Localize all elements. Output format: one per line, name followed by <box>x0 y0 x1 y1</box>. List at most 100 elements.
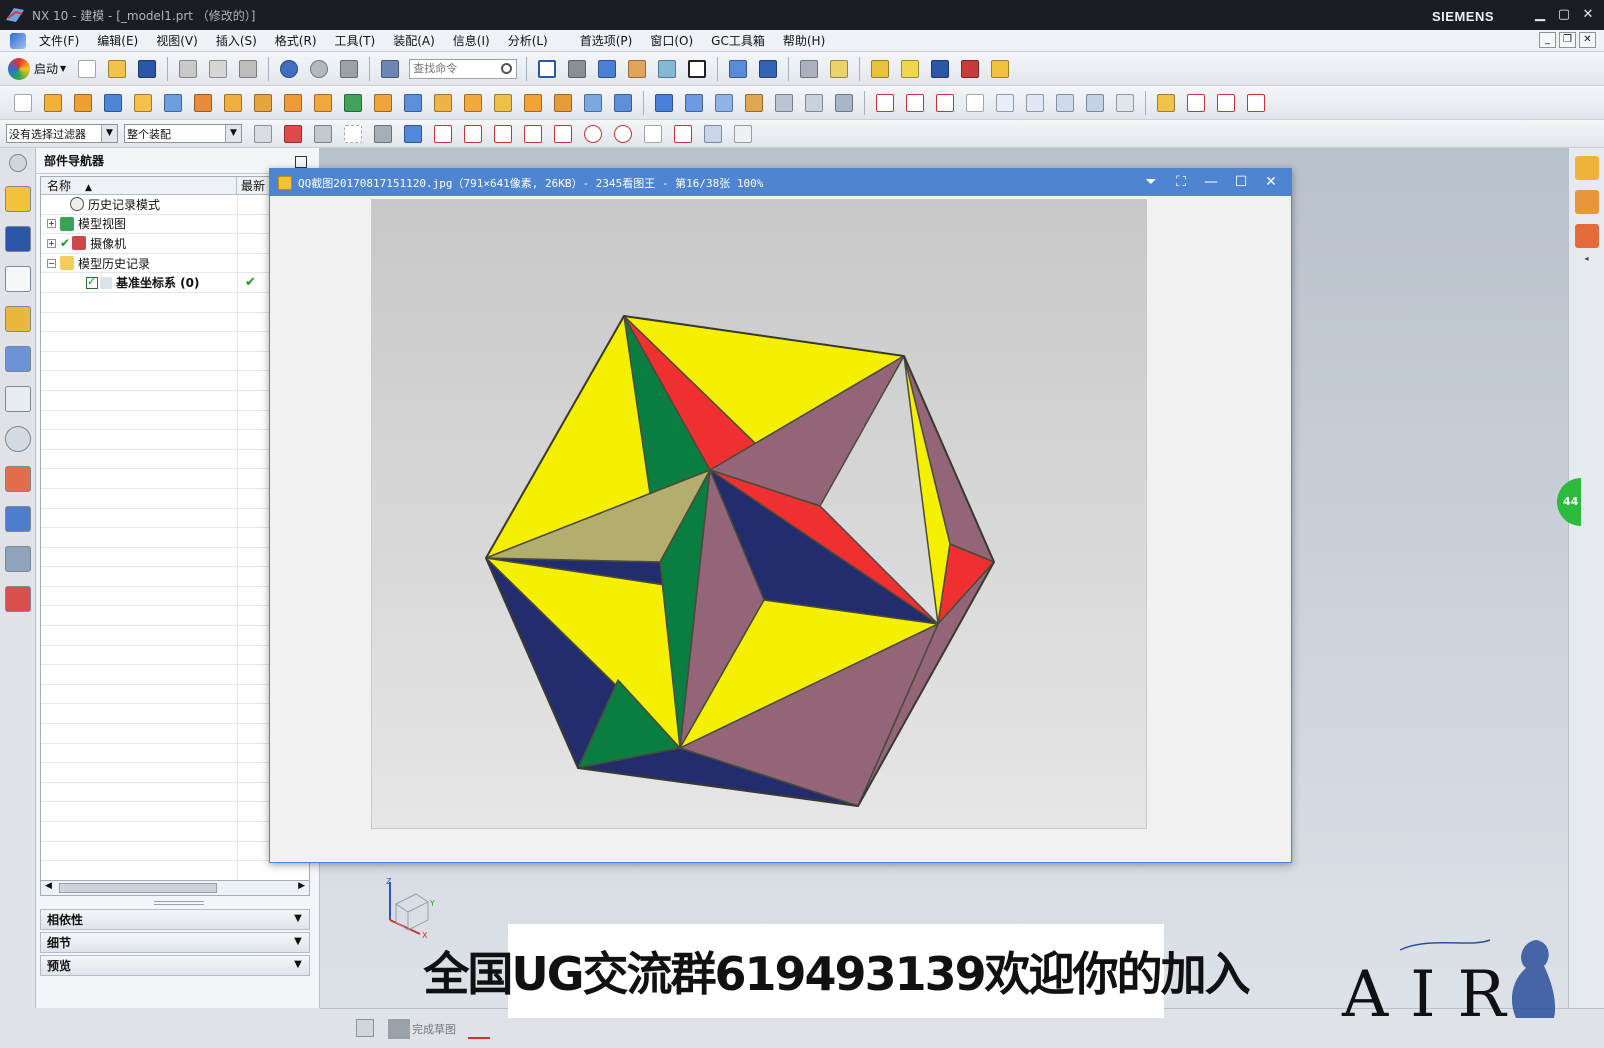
process-studio-icon[interactable] <box>4 506 31 532</box>
close-icon[interactable]: ✕ <box>1578 6 1598 24</box>
face-blend-button[interactable] <box>741 90 767 116</box>
through-mesh-button[interactable] <box>681 90 707 116</box>
menu-help[interactable]: 帮助(H) <box>774 32 834 49</box>
finish-sketch-label[interactable]: 完成草图 <box>412 1021 456 1037</box>
paste-button[interactable] <box>235 56 261 82</box>
studio-surface-button[interactable] <box>801 90 827 116</box>
type-filter-dropdown[interactable]: 没有选择过滤器 ▼ <box>6 124 118 143</box>
repeat-command-button[interactable] <box>336 56 362 82</box>
save-button[interactable] <box>134 56 160 82</box>
web-browser-icon[interactable] <box>4 346 31 372</box>
fit-view-button[interactable] <box>534 56 560 82</box>
reset-filter-button[interactable] <box>310 121 336 147</box>
offset-curve-button[interactable] <box>962 90 988 116</box>
swept-button[interactable] <box>711 90 737 116</box>
unite-button[interactable] <box>310 90 336 116</box>
pattern-button[interactable] <box>580 90 606 116</box>
wrap-curve-button[interactable] <box>1112 90 1138 116</box>
pocket-button[interactable] <box>280 90 306 116</box>
maximize-icon[interactable]: ☐ <box>1231 173 1251 191</box>
spline-button[interactable] <box>932 90 958 116</box>
doc-close-icon[interactable]: ✕ <box>1579 32 1596 48</box>
constraint-navigator-icon[interactable] <box>4 226 31 252</box>
menu-format[interactable]: 格式(R) <box>266 32 326 49</box>
reuse-library-icon[interactable] <box>4 306 31 332</box>
menu-info[interactable]: 信息(I) <box>444 32 499 49</box>
history-icon[interactable] <box>4 386 31 412</box>
close-icon[interactable]: ✕ <box>1261 173 1281 191</box>
doc-restore-icon[interactable]: ❐ <box>1559 32 1576 48</box>
fullscreen-icon[interactable]: ⛶ <box>1171 173 1191 191</box>
part-navigator-icon[interactable] <box>4 266 31 292</box>
command-search-box[interactable] <box>409 58 518 79</box>
table-button[interactable] <box>730 121 756 147</box>
move-object-button[interactable] <box>755 56 781 82</box>
orient-view-button[interactable] <box>564 56 590 82</box>
snap-point-on-button[interactable] <box>430 121 456 147</box>
column-name-header[interactable]: 名称 ▲ <box>41 177 237 194</box>
select-all-button[interactable] <box>340 121 366 147</box>
splitter-handle[interactable] <box>154 901 204 905</box>
hole-button[interactable] <box>220 90 246 116</box>
open-folder-button[interactable] <box>104 56 130 82</box>
edge-blend-button[interactable] <box>430 90 456 116</box>
offset-face-button[interactable] <box>550 90 576 116</box>
profile-icon[interactable] <box>468 1019 490 1039</box>
shell-button[interactable] <box>490 90 516 116</box>
menu-edit[interactable]: 编辑(E) <box>88 32 147 49</box>
render-style-button[interactable] <box>594 56 620 82</box>
menu-view[interactable]: 视图(V) <box>147 32 207 49</box>
start-button[interactable]: 启动 ▼ <box>8 56 72 82</box>
bounded-plane-button[interactable] <box>771 90 797 116</box>
intersection-point-button[interactable] <box>550 121 576 147</box>
menu-analysis[interactable]: 分析(L) <box>499 32 557 49</box>
scroll-left-icon[interactable]: ◀ <box>45 881 52 891</box>
intersect-button[interactable] <box>370 90 396 116</box>
orient-icon[interactable] <box>1574 190 1599 214</box>
menu-assembly[interactable]: 装配(A) <box>384 32 444 49</box>
app-menu-icon[interactable] <box>10 32 26 49</box>
ruler-button[interactable] <box>987 56 1013 82</box>
redo-button[interactable] <box>306 56 332 82</box>
selection-scope-dropdown[interactable]: 整个装配 ▼ <box>124 124 242 143</box>
visibility-checkbox[interactable] <box>86 275 98 289</box>
divide-curve-button[interactable] <box>1183 90 1209 116</box>
project-curve-button[interactable] <box>992 90 1018 116</box>
trim-sheet-button[interactable] <box>831 90 857 116</box>
navigator-horizontal-scrollbar[interactable]: ◀ ▶ <box>40 880 310 896</box>
scroll-thumb[interactable] <box>59 883 217 893</box>
roles-icon[interactable] <box>4 586 31 612</box>
settings-gear-icon[interactable] <box>8 154 27 172</box>
column-latest-header[interactable]: 最新 <box>237 177 265 194</box>
point-on-curve-button[interactable] <box>670 121 696 147</box>
section-dependencies[interactable]: 相依性 ▼ <box>40 909 310 930</box>
command-finder-button[interactable] <box>377 56 403 82</box>
end-point-button[interactable] <box>460 121 486 147</box>
pin-icon[interactable] <box>295 156 307 168</box>
assembly-navigator-icon[interactable] <box>4 186 31 212</box>
menu-gc-toolbox[interactable]: GC工具箱 <box>702 32 774 49</box>
chamfer-button[interactable] <box>460 90 486 116</box>
minimize-icon[interactable]: ▁ <box>1530 6 1550 24</box>
layer-settings-button[interactable] <box>796 56 822 82</box>
analysis-button[interactable] <box>927 56 953 82</box>
revolve-button[interactable] <box>70 90 96 116</box>
view-triad-icon[interactable] <box>1574 224 1599 248</box>
menu-window[interactable]: 窗口(O) <box>641 32 702 49</box>
wcs-button[interactable] <box>826 56 852 82</box>
section-preview[interactable]: 预览 ▼ <box>40 955 310 976</box>
measure-angle-button[interactable] <box>897 56 923 82</box>
menu-insert[interactable]: 插入(S) <box>207 32 266 49</box>
expand-icon[interactable]: + <box>47 219 56 229</box>
draft-button[interactable] <box>520 90 546 116</box>
block-button[interactable] <box>100 90 126 116</box>
maximize-icon[interactable]: ▢ <box>1554 6 1574 24</box>
arc-center-button[interactable] <box>580 121 606 147</box>
show-hide-selection-button[interactable] <box>370 121 396 147</box>
grid-button[interactable] <box>957 56 983 82</box>
command-search-input[interactable] <box>413 62 500 75</box>
line-button[interactable] <box>872 90 898 116</box>
fillet-curve-button[interactable] <box>1243 90 1269 116</box>
cut-button[interactable] <box>175 56 201 82</box>
color-filter-button[interactable] <box>280 121 306 147</box>
